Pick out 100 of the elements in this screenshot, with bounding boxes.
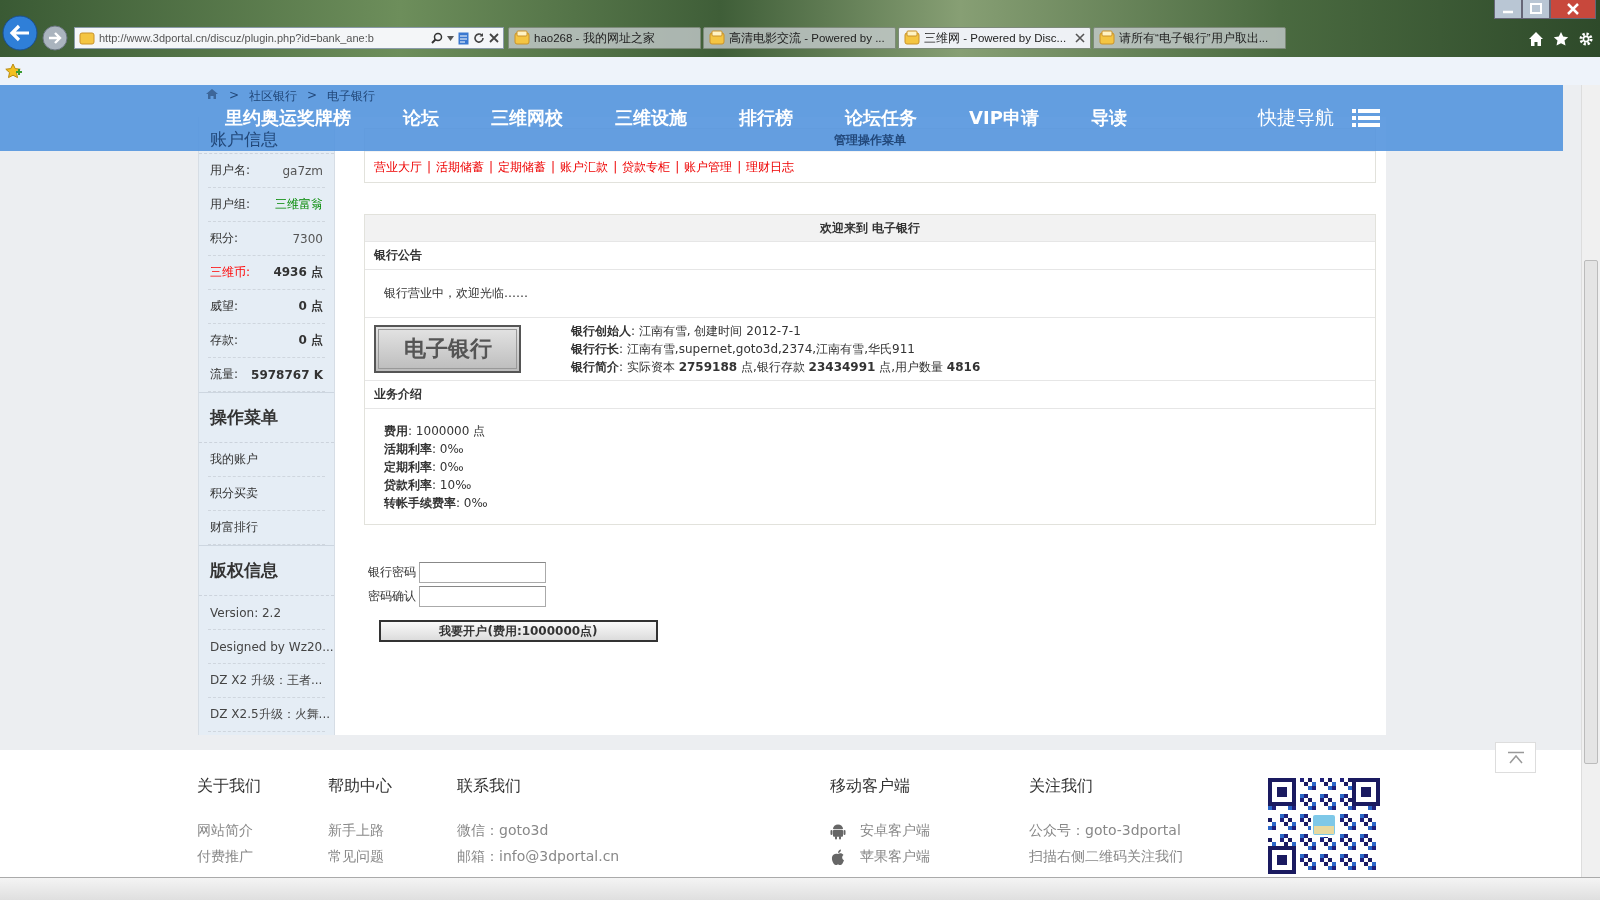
back-icon[interactable] xyxy=(2,15,38,51)
browser-tab[interactable]: 三维网 - Powered by Disc... xyxy=(898,27,1091,49)
field-value: 三维富翁 xyxy=(275,196,323,213)
stop-icon[interactable] xyxy=(489,33,499,43)
menu-link[interactable]: 营业大厅 xyxy=(374,158,422,176)
nav-link[interactable]: 里约奥运奖牌榜 xyxy=(225,106,351,130)
breadcrumb-link[interactable]: 社区银行 xyxy=(249,88,298,105)
browser-tab[interactable]: hao268 - 我的网址之家 xyxy=(508,27,701,49)
field-value: 5978767 K xyxy=(251,367,323,382)
footer-heading: 关于我们 xyxy=(197,776,262,797)
footer-heading: 关注我们 xyxy=(1029,776,1094,797)
footer-link[interactable]: 安卓客户端 xyxy=(860,822,930,840)
nav-link[interactable]: 排行榜 xyxy=(739,106,793,130)
password-field[interactable] xyxy=(419,586,546,607)
footer-link[interactable]: 邮箱：info@3dportal.cn xyxy=(457,848,620,866)
refresh-icon[interactable] xyxy=(473,32,485,44)
minimize-icon[interactable] xyxy=(1494,0,1522,19)
address-field[interactable]: http://www.3dportal.cn/discuz/plugin.php?id=bank_ane:b xyxy=(74,27,504,49)
footer-link[interactable]: 常见问题 xyxy=(328,848,384,866)
menu-link[interactable]: 活期储蓄 xyxy=(436,158,485,176)
panel-title: 管理操作菜单 xyxy=(834,132,906,149)
nav-link[interactable]: 三维网校 xyxy=(491,106,563,130)
close-icon[interactable] xyxy=(1075,33,1085,43)
field-value: 0 点 xyxy=(298,332,323,349)
service-detail: 转帐手续费率: 0‰ xyxy=(384,495,488,512)
separator-text: | xyxy=(737,160,742,174)
menu-link[interactable]: 账户汇款 xyxy=(560,158,609,176)
breadcrumb-link[interactable]: 电子银行 xyxy=(327,88,376,105)
nav-link[interactable]: 三维设施 xyxy=(615,106,687,130)
nav-link[interactable]: 导读 xyxy=(1090,106,1127,130)
maximize-icon[interactable] xyxy=(1522,0,1550,19)
footer-link[interactable]: 新手上路 xyxy=(328,822,384,840)
open-account-button[interactable]: 我要开户(费用:1000000点) xyxy=(379,620,658,642)
section-title: 版权信息 xyxy=(199,546,334,596)
browser-tab[interactable]: 高清电影交流 - Powered by ... xyxy=(703,27,896,49)
service-detail: 定期利率: 0‰ xyxy=(384,459,464,476)
bank-detail: 银行创始人: 江南有雪, 创建时间 2012-7-1 xyxy=(571,323,802,340)
bank-logo: 电子银行 xyxy=(374,325,521,373)
menu-link[interactable]: 财富排行 xyxy=(210,519,258,536)
section-title: 银行公告 xyxy=(365,242,1375,270)
separator-text: | xyxy=(675,160,680,174)
separator-text: | xyxy=(613,160,618,174)
page-icon xyxy=(1099,30,1115,46)
nav-link[interactable]: 论坛 xyxy=(403,106,439,130)
browser-tab[interactable]: 请所有“电子银行”用户取出... xyxy=(1093,27,1286,49)
up-arrow-icon xyxy=(1506,750,1525,765)
breadcrumb-separator: > xyxy=(307,88,318,102)
separator-text: | xyxy=(427,160,432,174)
footer-link[interactable]: 公众号：goto-3dportal xyxy=(1029,822,1181,840)
menu-link[interactable]: 账户管理 xyxy=(684,158,733,176)
service-detail: 活期利率: 0‰ xyxy=(384,441,464,458)
footer-link[interactable]: 苹果客户端 xyxy=(860,848,930,866)
page-split-icon[interactable] xyxy=(458,31,469,45)
field-value: ga7zm xyxy=(282,163,323,178)
scrollbar[interactable] xyxy=(1581,85,1600,877)
breadcrumb-separator: > xyxy=(229,88,240,102)
footer-heading: 联系我们 xyxy=(457,776,522,797)
password-field[interactable] xyxy=(419,562,546,583)
footer-link[interactable]: 网站简介 xyxy=(197,822,253,840)
back-to-top-button[interactable] xyxy=(1495,742,1536,773)
section-title: 业务介绍 xyxy=(365,381,1375,409)
field-value: 7300 xyxy=(292,231,323,246)
field-label: 威望: xyxy=(210,298,239,315)
field-label: 三维币: xyxy=(210,264,251,281)
settings-icon[interactable] xyxy=(1578,31,1594,47)
field-label: 积分: xyxy=(210,230,239,247)
info-text: Designed by Wz20... xyxy=(210,639,334,654)
section-title: 操作菜单 xyxy=(199,393,334,443)
field-label: 用户名: xyxy=(210,162,251,179)
quick-nav-label[interactable]: 快捷导航 xyxy=(1258,105,1334,131)
page-icon xyxy=(79,30,95,46)
menu-link[interactable]: 定期储蓄 xyxy=(498,158,547,176)
footer-link[interactable]: 付费推广 xyxy=(197,848,253,866)
menu-link[interactable]: 贷款专柜 xyxy=(622,158,671,176)
footer-link[interactable]: 微信：goto3d xyxy=(457,822,549,840)
favorites-star-icon[interactable] xyxy=(5,63,22,79)
info-text: DZ X2 升级：王者... xyxy=(210,672,323,689)
menu-link[interactable]: 积分买卖 xyxy=(210,485,258,502)
nav-link[interactable]: VIP申请 xyxy=(969,106,1039,130)
footer-link[interactable]: 扫描右侧二维码关注我们 xyxy=(1029,848,1183,866)
panel-title: 欢迎来到 电子银行 xyxy=(365,215,1375,242)
bank-detail: 银行行长: 江南有雪,supernet,goto3d,2374,江南有雪,华氏911 xyxy=(571,341,916,358)
service-detail: 贷款利率: 10‰ xyxy=(384,477,472,494)
apple-icon xyxy=(830,848,846,866)
field-label: 用户组: xyxy=(210,196,251,213)
home-icon[interactable] xyxy=(1528,31,1544,47)
android-icon xyxy=(830,822,846,840)
search-icon[interactable] xyxy=(431,32,443,44)
close-icon[interactable] xyxy=(1550,0,1596,19)
separator-text: | xyxy=(551,160,556,174)
info-text: DZ X2.5升级：火舞... xyxy=(210,706,331,723)
caret-icon[interactable] xyxy=(447,35,454,41)
menu-icon[interactable] xyxy=(1352,108,1380,128)
menu-link[interactable]: 理财日志 xyxy=(746,158,795,176)
field-label: 密码确认 xyxy=(368,588,416,605)
nav-link[interactable]: 论坛任务 xyxy=(845,106,917,130)
star-icon[interactable] xyxy=(1553,31,1569,47)
menu-link[interactable]: 我的账户 xyxy=(210,451,258,468)
forward-icon[interactable] xyxy=(42,25,68,51)
footer-heading: 帮助中心 xyxy=(328,776,393,797)
